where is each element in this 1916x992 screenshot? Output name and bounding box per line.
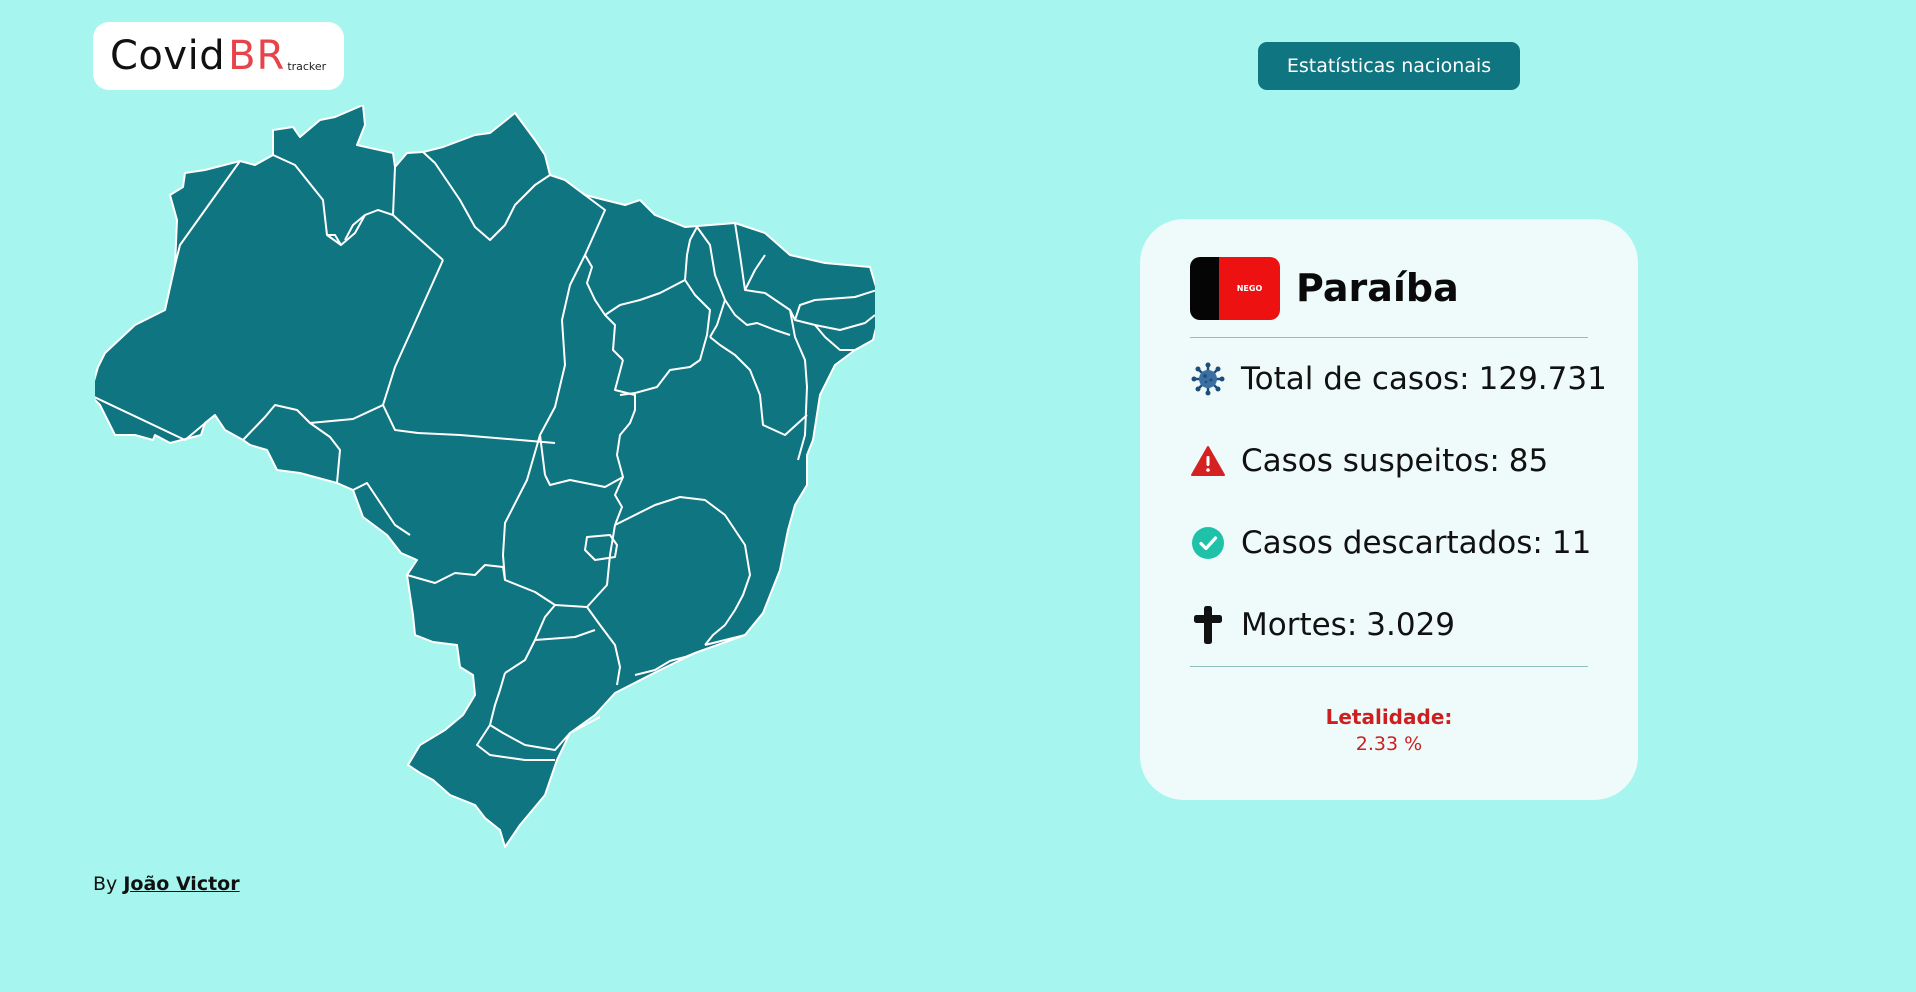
warning-icon: [1190, 443, 1226, 479]
stat-suspected-cases: Casos suspeitos: 85: [1190, 420, 1588, 502]
cross-icon: [1190, 606, 1226, 644]
lethality-block: Letalidade: 2.33 %: [1190, 705, 1588, 755]
author-credit: By João Victor: [93, 873, 240, 895]
logo-tracker-text: tracker: [287, 60, 327, 73]
lethality-label: Letalidade:: [1325, 705, 1453, 729]
stat-value: 3.029: [1366, 607, 1456, 643]
stat-label: Casos suspeitos:: [1241, 443, 1500, 479]
divider-bottom: [1190, 666, 1588, 667]
stat-total-cases-text: Total de casos: 129.731: [1241, 361, 1607, 397]
state-stats-card: NEGO Paraíba Total de casos: 129.731 Cas…: [1140, 219, 1638, 800]
stat-label: Total de casos:: [1241, 361, 1470, 397]
stat-value: 11: [1551, 525, 1592, 561]
state-name: Paraíba: [1296, 266, 1459, 310]
stat-label: Casos descartados:: [1241, 525, 1543, 561]
logo-br-text: BR: [228, 33, 286, 79]
brazil-map: [95, 105, 875, 848]
flag-text: NEGO: [1236, 283, 1263, 293]
by-label: By: [93, 873, 118, 895]
stat-deaths: Mortes: 3.029: [1190, 584, 1588, 666]
stat-discarded-cases-text: Casos descartados: 11: [1241, 525, 1591, 561]
stat-discarded-cases: Casos descartados: 11: [1190, 502, 1591, 584]
flag-black-stripe: [1190, 256, 1219, 320]
stat-label: Mortes:: [1241, 607, 1358, 643]
stat-deaths-text: Mortes: 3.029: [1241, 607, 1455, 643]
stat-suspected-cases-text: Casos suspeitos: 85: [1241, 443, 1548, 479]
stat-value: 129.731: [1478, 361, 1607, 397]
check-circle-icon: [1190, 525, 1226, 561]
state-flag: NEGO: [1190, 256, 1280, 320]
map-state-silhouette: [95, 105, 875, 848]
app-logo[interactable]: Covid BR tracker: [93, 22, 344, 90]
stat-value: 85: [1508, 443, 1549, 479]
stat-total-cases: Total de casos: 129.731: [1190, 338, 1607, 420]
author-link[interactable]: João Victor: [123, 873, 239, 895]
logo-covid-text: Covid: [110, 33, 226, 79]
flag-red-field: NEGO: [1219, 256, 1280, 320]
national-stats-button[interactable]: Estatísticas nacionais: [1258, 42, 1520, 90]
virus-icon: [1190, 361, 1226, 397]
lethality-value: 2.33 %: [1355, 733, 1423, 755]
card-header: NEGO Paraíba: [1190, 256, 1588, 320]
